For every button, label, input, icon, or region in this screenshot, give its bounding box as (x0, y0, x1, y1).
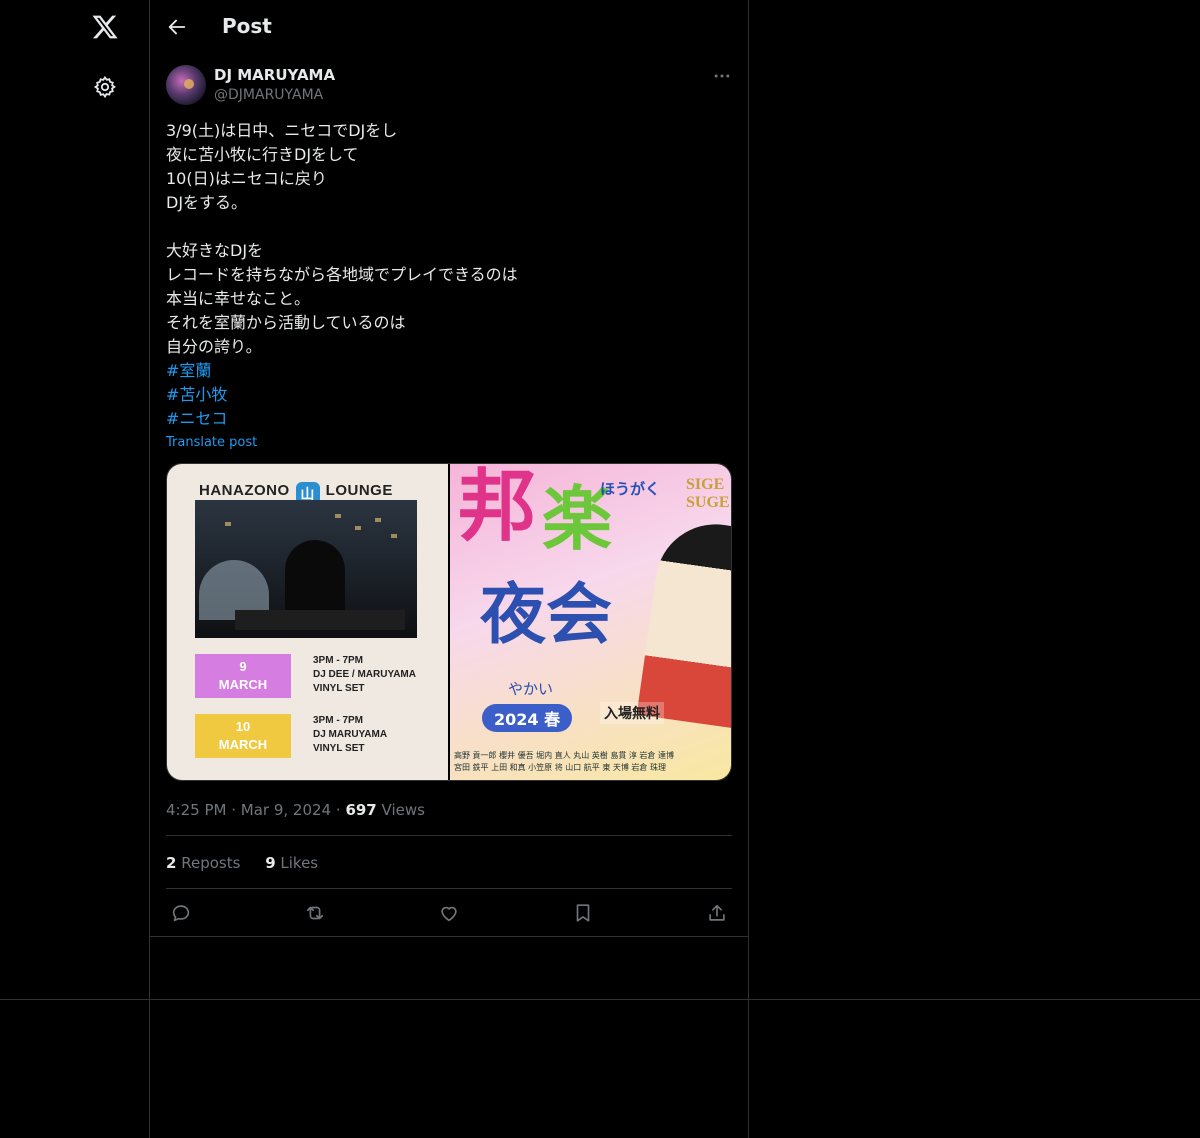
date-month: MARCH (218, 677, 268, 692)
meta-separator: · (231, 801, 241, 819)
date-badge-9: 9 MARCH (195, 654, 291, 698)
post-line: 自分の誇り。 (166, 337, 262, 356)
flyer-subtitle-kana: やかい (508, 680, 554, 698)
left-rail (0, 0, 150, 1138)
post-line: 3/9(土)は日中、ニセコでDJをし (166, 121, 398, 140)
views-count: 697 (345, 801, 377, 819)
hashtag-link[interactable]: #室蘭 (166, 359, 726, 383)
set-type: VINYL SET (313, 743, 365, 754)
date-badge-10: 10 MARCH (195, 714, 291, 758)
photo-light (391, 534, 397, 538)
photo-light (375, 518, 381, 522)
avatar[interactable] (166, 65, 206, 105)
date-month: MARCH (218, 737, 268, 752)
views-label: Views (381, 801, 425, 819)
hashtag-link[interactable]: #ニセコ (166, 407, 726, 431)
reposts-stat[interactable]: 2 Reposts (166, 854, 240, 872)
set-time: 3PM - 7PM (313, 655, 364, 666)
post-line: レコードを持ちながら各地域でプレイできるのは (166, 265, 518, 284)
post-line: 大好きなDJを (166, 241, 264, 260)
likes-count: 9 (265, 854, 276, 872)
x-logo-icon[interactable] (91, 13, 119, 41)
set-info-10: 3PM - 7PM DJ MARUYAMA VINYL SET (313, 714, 387, 756)
post-blank-line (166, 215, 726, 239)
flyer-performers: 高野 貢一郎 櫻井 優吾 堀内 直人 丸山 英樹 島貫 淳 岩倉 達博 宮田 鉄… (454, 750, 674, 774)
date-day: 9 (239, 659, 247, 674)
post-date[interactable]: Mar 9, 2024 (241, 801, 331, 819)
media-image-hougaku-flyer[interactable]: 邦 楽 ほうがく SIGE SUGE 夜会 やかい 2024 春 入場無料 高野… (450, 464, 731, 780)
gear-icon[interactable] (93, 75, 117, 99)
post-line: それを室蘭から活動しているのは (166, 313, 406, 332)
likes-stat[interactable]: 9 Likes (265, 854, 318, 872)
set-info-9: 3PM - 7PM DJ DEE / MARUYAMA VINYL SET (313, 654, 416, 696)
hashtag-link[interactable]: #苫小牧 (166, 383, 726, 407)
reposts-count: 2 (166, 854, 177, 872)
post-line: 本当に幸せなこと。 (166, 289, 311, 308)
date-day: 10 (235, 719, 251, 734)
post-stats: 2 Reposts 9 Likes (166, 854, 338, 872)
flyer-year-badge: 2024 春 (482, 704, 573, 732)
share-icon[interactable] (706, 902, 728, 924)
post-column: Post DJ MARUYAMA @DJMARUYAMA 3/9(土)は日中、ニ… (150, 0, 749, 1138)
set-time: 3PM - 7PM (313, 715, 364, 726)
more-options-icon[interactable] (712, 66, 732, 86)
photo-light (335, 514, 341, 518)
flyer-photo (195, 500, 417, 638)
divider (166, 835, 732, 836)
divider (0, 999, 1200, 1000)
performer-line: 宮田 鉄平 上田 和真 小笠原 将 山口 航平 東 天博 岩倉 珠理 (454, 763, 666, 772)
author-handle[interactable]: @DJMARUYAMA (214, 87, 323, 103)
performer-line: 高野 貢一郎 櫻井 優吾 堀内 直人 丸山 英樹 島貫 淳 岩倉 達博 (454, 751, 674, 760)
reposts-label: Reposts (181, 854, 241, 872)
photo-light (355, 526, 361, 530)
flyer-title-char: 邦 (458, 464, 537, 552)
post-media: HANAZONO 山 LOUNGE 9 MARCH 3PM - 7PM DJ DEE… (166, 463, 732, 781)
bookmark-icon[interactable] (572, 902, 594, 924)
translate-post-link[interactable]: Translate post (166, 435, 257, 450)
flyer-title-kana: ほうがく (600, 480, 661, 498)
set-dj: DJ DEE / MARUYAMA (313, 669, 416, 680)
page-title: Post (222, 14, 272, 38)
repost-icon[interactable] (304, 902, 326, 924)
flyer-woman-illustration (636, 516, 731, 732)
flyer-subtitle-chars: 夜会 (480, 576, 612, 653)
post-time[interactable]: 4:25 PM (166, 801, 226, 819)
set-dj: DJ MARUYAMA (313, 729, 388, 740)
arrow-left-icon[interactable] (166, 16, 188, 38)
flyer-title-right: LOUNGE (325, 482, 393, 499)
photo-deck (235, 610, 405, 630)
likes-label: Likes (280, 854, 319, 872)
divider (150, 936, 749, 937)
post-text: 3/9(土)は日中、ニセコでDJをし 夜に苫小牧に行きDJをして 10(日)はニ… (166, 119, 726, 431)
post-meta: 4:25 PM · Mar 9, 2024 · 697 Views (166, 801, 425, 819)
post-line: 10(日)はニセコに戻り (166, 169, 327, 188)
post-line: DJをする。 (166, 193, 248, 212)
reply-icon[interactable] (170, 902, 192, 924)
set-type: VINYL SET (313, 683, 365, 694)
flyer-title-left: HANAZONO (199, 482, 290, 499)
divider (166, 888, 732, 889)
photo-light (225, 522, 231, 526)
meta-separator: · (335, 801, 346, 819)
post-header: Post (150, 0, 749, 55)
photo-dj (285, 540, 345, 620)
post-line: 夜に苫小牧に行きDJをして (166, 145, 359, 164)
flyer-brand: SIGE SUGE (686, 476, 730, 511)
author-name[interactable]: DJ MARUYAMA (214, 66, 335, 84)
media-image-hanazono-flyer[interactable]: HANAZONO 山 LOUNGE 9 MARCH 3PM - 7PM DJ DEE… (167, 464, 448, 780)
flyer-free-entry: 入場無料 (600, 702, 664, 724)
post-actions (150, 890, 749, 936)
like-icon[interactable] (438, 902, 460, 924)
